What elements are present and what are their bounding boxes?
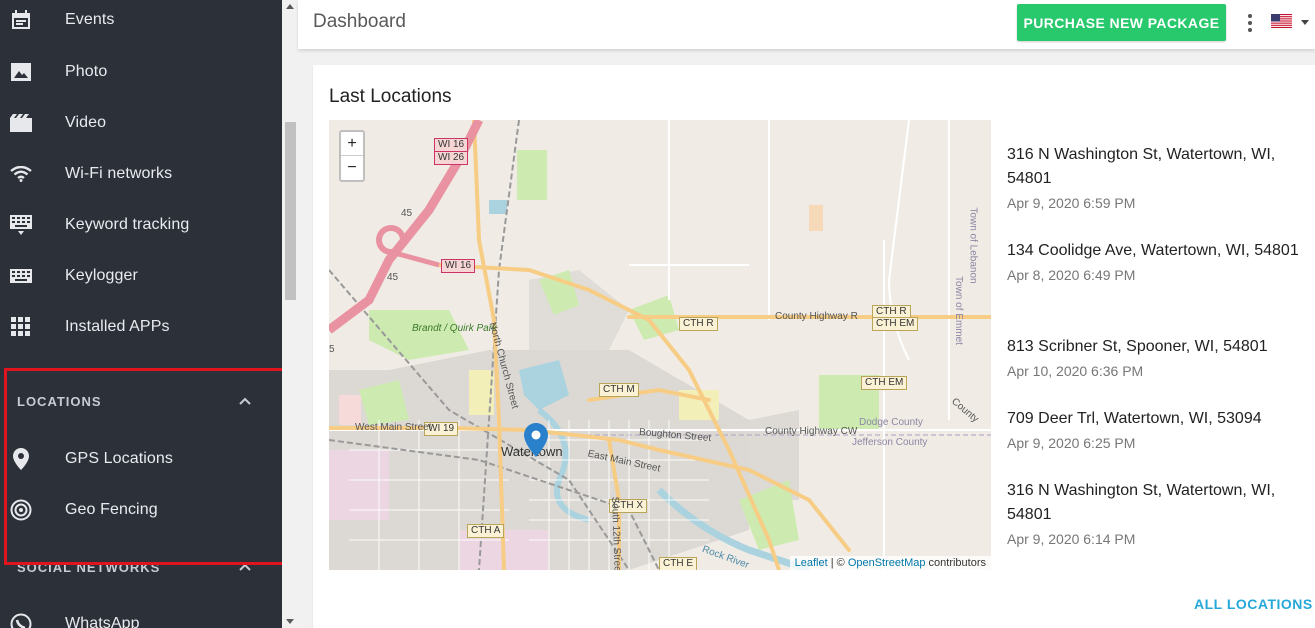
road-shield-cth-em: CTH EM — [872, 317, 919, 331]
sidebar-item-label: Installed APPs — [65, 317, 170, 335]
chevron-up-icon — [236, 392, 254, 410]
page-title: Dashboard — [313, 11, 406, 32]
map-label-county: Dodge County — [859, 417, 923, 428]
sidebar-item-label: Video — [65, 113, 107, 131]
map-label-town: Town of Lebanon — [967, 207, 979, 284]
map-label-street: County Highway CW — [765, 426, 858, 437]
sidebar-item-whatsapp[interactable]: WhatsApp — [0, 598, 282, 628]
map-label: 5 — [329, 344, 335, 355]
chevron-up-icon — [236, 558, 254, 576]
image-icon — [10, 61, 32, 83]
sidebar-item-keylogger[interactable]: Keylogger — [0, 250, 282, 301]
sidebar-item-label: Keylogger — [65, 266, 138, 284]
list-item[interactable]: 709 Deer Trl, Watertown, WI, 53094 Apr 9… — [1007, 407, 1307, 451]
map-attribution: Leaflet | © OpenStreetMap contributors — [789, 556, 991, 570]
list-item[interactable]: 316 N Washington St, Watertown, WI, 5480… — [1007, 479, 1307, 547]
location-time: Apr 9, 2020 6:59 PM — [1007, 195, 1136, 211]
location-address: 709 Deer Trl, Watertown, WI, 53094 — [1007, 410, 1262, 427]
map-label: 45 — [401, 208, 413, 219]
map-label-street: County Highway R — [775, 311, 858, 322]
sidebar-item-label: Geo Fencing — [65, 500, 158, 518]
film-icon — [10, 112, 32, 134]
sidebar-item-gps-locations[interactable]: GPS Locations — [0, 433, 282, 484]
sidebar-scrollbar[interactable] — [282, 0, 298, 628]
map-label-street: West Main Street — [355, 422, 432, 433]
more-vert-icon[interactable] — [1244, 12, 1256, 34]
whatsapp-icon — [10, 613, 32, 628]
wifi-icon — [10, 163, 32, 185]
sidebar-item-label: Photo — [65, 62, 108, 80]
location-address: 316 N Washington St, Watertown, WI, 5480… — [1007, 146, 1276, 187]
road-shield-wi16: WI 16 — [441, 259, 476, 273]
road-shield-wi26: WI 26 — [434, 151, 469, 165]
section-locations-header[interactable]: LOCATIONS — [0, 381, 282, 421]
location-time: Apr 10, 2020 6:36 PM — [1007, 363, 1144, 379]
openstreetmap-link[interactable]: OpenStreetMap — [848, 557, 926, 569]
sidebar-item-video[interactable]: Video — [0, 97, 282, 148]
road-shield-cth-r: CTH R — [679, 317, 718, 331]
sidebar-item-label: Wi-Fi networks — [65, 164, 173, 182]
sidebar-item-label: Events — [65, 10, 115, 28]
apps-grid-icon — [10, 316, 32, 338]
list-item[interactable]: 316 N Washington St, Watertown, WI, 5480… — [1007, 143, 1307, 211]
target-icon — [10, 499, 32, 521]
sidebar-item-photo[interactable]: Photo — [0, 46, 282, 97]
sidebar-item-geo-fencing[interactable]: Geo Fencing — [0, 484, 282, 535]
keyboard-icon — [10, 265, 32, 287]
leaflet-link[interactable]: Leaflet — [795, 557, 828, 569]
road-shield-cth-m: CTH M — [599, 383, 639, 397]
scroll-up-arrow-icon[interactable] — [286, 4, 294, 9]
keyboard-icon — [10, 214, 32, 236]
purchase-new-package-button[interactable]: PURCHASE NEW PACKAGE — [1017, 4, 1226, 41]
sidebar-item-label: WhatsApp — [65, 614, 140, 628]
section-label: LOCATIONS — [17, 393, 102, 409]
top-bar: Dashboard PURCHASE NEW PACKAGE — [298, 0, 1315, 49]
list-item[interactable]: 134 Coolidge Ave, Watertown, WI, 54801 A… — [1007, 239, 1307, 283]
attribution-separator: | © — [827, 557, 848, 569]
map-pin-icon — [10, 447, 32, 470]
sidebar: Events Photo Video Wi-Fi networks Keywor… — [0, 0, 282, 628]
location-time: Apr 9, 2020 6:14 PM — [1007, 531, 1136, 547]
us-flag-icon[interactable] — [1271, 14, 1292, 28]
location-address: 134 Coolidge Ave, Watertown, WI, 54801 — [1007, 242, 1299, 259]
zoom-in-button[interactable]: + — [341, 132, 363, 156]
zoom-out-button[interactable]: − — [341, 156, 363, 180]
calendar-icon — [10, 9, 32, 31]
language-caret-icon[interactable] — [1301, 20, 1309, 25]
sidebar-item-label: GPS Locations — [65, 449, 174, 467]
map-label: 45 — [387, 272, 399, 283]
road-shield-cth-em: CTH EM — [861, 376, 908, 390]
road-shield-cth-a: CTH A — [467, 524, 505, 538]
location-address: 316 N Washington St, Watertown, WI, 5480… — [1007, 482, 1276, 523]
scroll-down-arrow-icon[interactable] — [286, 619, 294, 624]
road-shield-cth-e: CTH E — [659, 557, 697, 570]
map[interactable]: WI 16 WI 26 WI 16 WI 19 CTH R CTH R CTH … — [329, 120, 991, 570]
location-address: 813 Scribner St, Spooner, WI, 54801 — [1007, 338, 1268, 355]
sidebar-item-keyword-tracking[interactable]: Keyword tracking — [0, 199, 282, 250]
map-label-park: Brandt / Quirk Park — [412, 323, 498, 334]
road-shield-wi16: WI 16 — [434, 138, 469, 152]
map-label-town: Town of Emmet — [952, 276, 964, 345]
section-social-networks-header[interactable]: SOCIAL NETWORKS — [0, 547, 282, 587]
all-locations-link[interactable]: ALL LOCATIONS — [1194, 596, 1313, 612]
list-item[interactable]: 813 Scribner St, Spooner, WI, 54801 Apr … — [1007, 335, 1307, 379]
sidebar-item-wifi[interactable]: Wi-Fi networks — [0, 148, 282, 199]
map-label-county: Jefferson County — [852, 437, 928, 448]
map-marker-icon[interactable] — [524, 423, 548, 457]
map-zoom-control: + − — [339, 130, 365, 182]
location-time: Apr 8, 2020 6:49 PM — [1007, 267, 1136, 283]
scrollbar-thumb[interactable] — [285, 122, 296, 300]
location-time: Apr 9, 2020 6:25 PM — [1007, 435, 1136, 451]
sidebar-item-events[interactable]: Events — [0, 0, 282, 45]
section-label: SOCIAL NETWORKS — [17, 559, 161, 575]
card-title: Last Locations — [329, 86, 452, 107]
sidebar-item-installed-apps[interactable]: Installed APPs — [0, 301, 282, 352]
attribution-tail: contributors — [925, 557, 986, 569]
last-locations-card: Last Locations WI 16 WI 26 WI 16 WI 19 C… — [313, 65, 1315, 628]
sidebar-item-label: Keyword tracking — [65, 215, 190, 233]
